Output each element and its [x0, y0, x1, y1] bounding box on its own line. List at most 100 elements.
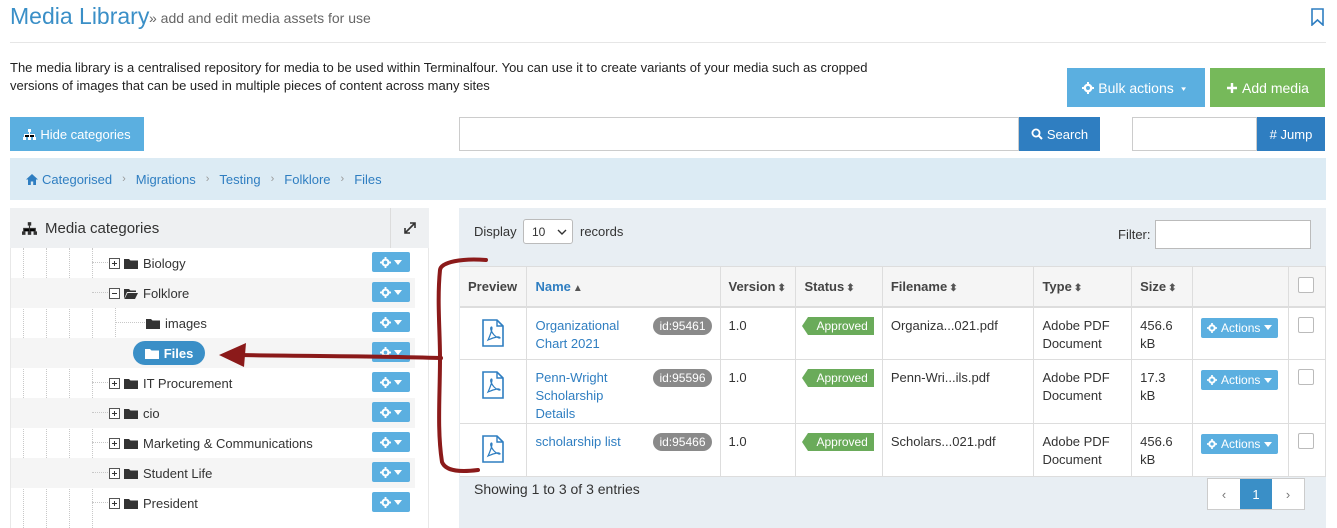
category-settings-button[interactable] [372, 492, 410, 512]
category-settings-button[interactable] [372, 372, 410, 392]
bulk-actions-button[interactable]: Bulk actions [1067, 68, 1205, 107]
category-item-student-life[interactable]: Student Life [109, 458, 212, 488]
category-settings-button[interactable] [372, 462, 410, 482]
column-header-name[interactable]: Name ▲ [526, 266, 721, 308]
filter-input[interactable] [1155, 220, 1311, 249]
actions-cell: Actions [1192, 423, 1289, 477]
category-settings-button[interactable] [372, 282, 410, 302]
category-settings-button[interactable] [372, 432, 410, 452]
expand-icon[interactable] [109, 257, 120, 269]
table-header-row: Preview Name ▲ Version ⬍ Status ⬍ Filename ⬍… [460, 266, 1327, 308]
expand-icon[interactable] [109, 467, 120, 479]
category-item-it-procurement[interactable]: IT Procurement [109, 368, 232, 398]
table-row: id:95596 Penn-Wright Scholarship Details … [460, 359, 1327, 424]
column-header-type[interactable]: Type ⬍ [1033, 266, 1133, 308]
folder-icon [124, 468, 138, 479]
table-row: id:95461 Organizational Chart 2021 1.0 Ap… [460, 306, 1327, 360]
folder-icon [146, 318, 160, 329]
breadcrumb-item-categorised[interactable]: Categorised [42, 172, 112, 187]
category-settings-button[interactable] [372, 252, 410, 272]
expand-icon[interactable] [109, 437, 120, 449]
select-all-checkbox[interactable] [1297, 276, 1314, 293]
expand-icon[interactable] [109, 377, 120, 389]
status-badge: Approved [802, 369, 874, 387]
actions-button[interactable]: Actions [1201, 370, 1279, 390]
category-item-marketing[interactable]: Marketing & Communications [109, 428, 313, 458]
category-settings-button[interactable] [372, 342, 410, 362]
folder-icon [144, 348, 159, 359]
display-label: Display [474, 224, 517, 239]
breadcrumb-item-files[interactable]: Files [354, 172, 381, 187]
tree-row: cio [11, 398, 415, 428]
media-name-link[interactable]: scholarship list [535, 433, 645, 451]
column-header-version[interactable]: Version ⬍ [720, 266, 797, 308]
row-checkbox[interactable] [1297, 433, 1314, 449]
media-name-link[interactable]: Organizational Chart 2021 [535, 317, 645, 353]
pagination-page-1[interactable]: 1 [1240, 479, 1272, 509]
plus-icon [1227, 82, 1238, 93]
sort-icon: ⬍ [1168, 282, 1177, 294]
column-header-filename[interactable]: Filename ⬍ [882, 266, 1035, 308]
actions-button[interactable]: Actions [1201, 434, 1279, 454]
entries-summary: Showing 1 to 3 of 3 entries [474, 481, 640, 497]
tree-row: images [11, 308, 415, 338]
sort-icon: ⬍ [777, 282, 786, 294]
select-cell [1288, 359, 1327, 424]
expand-panel-button[interactable] [390, 208, 429, 248]
column-header-size[interactable]: Size ⬍ [1131, 266, 1194, 308]
version-cell: 1.0 [720, 359, 797, 424]
actions-cell: Actions [1192, 359, 1289, 424]
records-per-page-select[interactable]: 10 [523, 219, 573, 244]
sort-icon: ⬍ [846, 282, 855, 294]
jump-input[interactable] [1132, 117, 1257, 151]
gear-icon [1207, 439, 1218, 449]
bookmark-icon[interactable] [1310, 8, 1325, 26]
breadcrumb-item-folklore[interactable]: Folklore [284, 172, 330, 187]
caret-down-icon [1180, 86, 1186, 91]
breadcrumb-item-migrations[interactable]: Migrations [136, 172, 196, 187]
row-checkbox[interactable] [1297, 369, 1314, 385]
pdf-file-icon[interactable] [481, 435, 505, 463]
page-title: Media Library [10, 3, 150, 29]
pagination-next[interactable]: › [1272, 479, 1304, 509]
category-item-images[interactable]: images [146, 308, 207, 338]
jump-button[interactable]: # Jump [1257, 117, 1325, 151]
category-settings-button[interactable] [372, 312, 410, 332]
chevron-right-icon: › [205, 173, 210, 185]
media-id-badge: id:95596 [653, 369, 712, 387]
collapse-icon[interactable] [109, 287, 120, 299]
gear-icon [380, 346, 391, 358]
expand-icon[interactable] [109, 407, 120, 419]
row-checkbox[interactable] [1297, 316, 1314, 333]
category-item-files[interactable]: Files [133, 341, 205, 365]
hide-categories-button[interactable]: Hide categories [10, 117, 144, 151]
gear-icon [380, 496, 391, 508]
size-cell: 456.6 kB [1131, 306, 1194, 360]
column-header-preview: Preview [460, 266, 528, 308]
pdf-file-icon[interactable] [481, 371, 505, 399]
records-label: records [580, 224, 624, 239]
category-item-biology[interactable]: Biology [109, 248, 186, 278]
expand-icon[interactable] [109, 497, 120, 509]
category-settings-button[interactable] [372, 402, 410, 422]
caret-down-icon [394, 319, 402, 325]
search-input[interactable] [459, 117, 1019, 151]
category-item-cio[interactable]: cio [109, 398, 160, 428]
add-media-button[interactable]: Add media [1210, 68, 1325, 107]
category-item-president[interactable]: President [109, 488, 198, 518]
pagination-prev[interactable]: ‹ [1208, 479, 1240, 509]
sitemap-icon [23, 128, 37, 140]
actions-button[interactable]: Actions [1201, 317, 1279, 338]
sitemap-icon [22, 221, 37, 235]
search-button[interactable]: Search [1019, 117, 1100, 151]
breadcrumb-item-testing[interactable]: Testing [219, 172, 260, 187]
category-item-folklore[interactable]: Folklore [109, 278, 189, 308]
gear-icon [380, 316, 391, 328]
column-header-status[interactable]: Status ⬍ [795, 266, 883, 308]
actions-cell: Actions [1192, 306, 1289, 360]
pdf-file-icon[interactable] [481, 318, 505, 347]
name-cell: id:95461 Organizational Chart 2021 [526, 306, 721, 360]
type-cell: Adobe PDF Document [1033, 359, 1133, 424]
caret-down-icon [394, 409, 402, 415]
media-name-link[interactable]: Penn-Wright Scholarship Details [535, 369, 645, 423]
